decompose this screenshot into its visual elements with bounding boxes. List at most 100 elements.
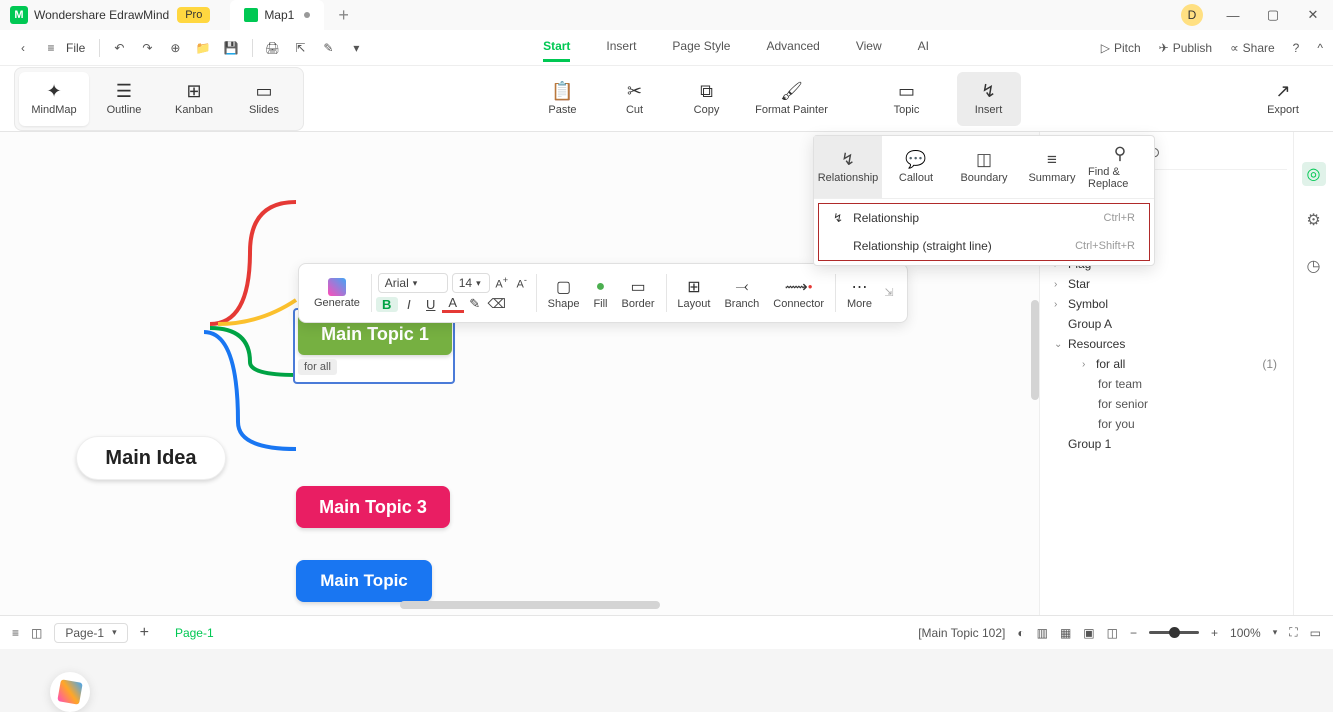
page-selector[interactable]: Page-1▾ <box>54 623 127 643</box>
topic4-node[interactable]: Main Topic <box>296 560 432 602</box>
insert-tab-boundary[interactable]: ◫Boundary <box>950 136 1018 198</box>
view-outline[interactable]: ☰Outline <box>89 72 159 126</box>
shape-button[interactable]: ▢Shape <box>541 275 587 312</box>
file-menu[interactable]: File <box>66 41 85 55</box>
sb-icon4[interactable]: ▣ <box>1083 626 1094 640</box>
insert-tab-summary[interactable]: ≡Summary <box>1018 136 1086 198</box>
view-slides[interactable]: ▭Slides <box>229 72 299 126</box>
format-painter-button[interactable]: 🖌Format Painter <box>747 72 837 126</box>
zoom-out-button[interactable]: − <box>1130 626 1137 640</box>
insert-tab-relationship[interactable]: ↯Relationship <box>814 136 882 198</box>
italic-button[interactable]: I <box>398 297 420 312</box>
sb-icon2[interactable]: ▥ <box>1037 626 1048 640</box>
sb-icon1[interactable]: ◐ <box>1017 626 1024 640</box>
fit-button[interactable]: ▭ <box>1310 626 1321 640</box>
branch-button[interactable]: ⤙Branch <box>717 275 766 312</box>
topic3-node[interactable]: Main Topic 3 <box>296 486 450 528</box>
zoom-slider[interactable] <box>1149 631 1199 634</box>
sb-sidebar-icon[interactable]: ◫ <box>31 626 42 640</box>
zoom-value[interactable]: 100% <box>1230 626 1261 640</box>
help-button[interactable]: ? <box>1293 41 1300 55</box>
tab-pagestyle[interactable]: Page Style <box>672 33 730 62</box>
font-grow-button[interactable]: A+ <box>492 275 512 291</box>
vertical-scrollbar[interactable] <box>1031 300 1039 400</box>
insert-tab-find[interactable]: ⚲Find & Replace <box>1086 136 1154 198</box>
close-button[interactable]: ✕ <box>1293 0 1333 30</box>
fill-button[interactable]: ●Fill <box>586 275 614 312</box>
collapse-button[interactable]: ^ <box>1317 41 1323 55</box>
sb-icon3[interactable]: ▦ <box>1060 626 1071 640</box>
connector-button[interactable]: ⟿●Connector <box>766 275 831 312</box>
clear-format-button[interactable]: ⌫ <box>486 296 508 312</box>
menu-button[interactable]: ≡ <box>38 35 64 61</box>
font-shrink-button[interactable]: A- <box>512 275 532 291</box>
list-groupA[interactable]: Group A <box>1054 314 1287 334</box>
view-mindmap[interactable]: ✦MindMap <box>19 72 89 126</box>
tab-start[interactable]: Start <box>543 33 570 62</box>
tab-insert[interactable]: Insert <box>606 33 636 62</box>
font-color-button[interactable]: A <box>442 295 464 313</box>
copy-button[interactable]: ⧉Copy <box>675 72 739 126</box>
menu-relationship-straight[interactable]: ↯Relationship (straight line)Ctrl+Shift+… <box>819 232 1149 260</box>
root-node[interactable]: Main Idea <box>76 436 226 480</box>
new-tab-button[interactable]: + <box>338 5 349 26</box>
sb-icon5[interactable]: ◫ <box>1107 626 1118 640</box>
paste-button[interactable]: 📋Paste <box>531 72 595 126</box>
ai-fab[interactable] <box>50 672 90 712</box>
list-symbol[interactable]: ›Symbol <box>1054 294 1287 314</box>
menu-relationship[interactable]: ↯RelationshipCtrl+R <box>819 204 1149 232</box>
fullscreen-button[interactable]: ⛶ <box>1289 625 1297 640</box>
sb-outline-icon[interactable]: ≡ <box>12 626 19 640</box>
pin-button[interactable]: ⇲ <box>879 281 899 306</box>
view-kanban[interactable]: ⊞Kanban <box>159 72 229 126</box>
list-resources[interactable]: ⌄Resources <box>1054 334 1287 354</box>
minimize-button[interactable]: — <box>1213 0 1253 30</box>
tab-ai[interactable]: AI <box>918 33 929 62</box>
highlight-button[interactable]: ✎ <box>464 296 486 312</box>
maximize-button[interactable]: ▢ <box>1253 0 1293 30</box>
share-button[interactable]: ∝Share <box>1230 41 1275 55</box>
document-tab[interactable]: Map1 <box>230 0 324 30</box>
border-button[interactable]: ▭Border <box>615 275 662 312</box>
list-group1[interactable]: Group 1 <box>1054 434 1287 454</box>
insert-tab-callout[interactable]: 💬Callout <box>882 136 950 198</box>
topic-button[interactable]: ▭Topic <box>875 72 939 126</box>
active-page-label[interactable]: Page-1 <box>175 626 214 640</box>
font-select[interactable]: Arial▾ <box>378 273 448 293</box>
size-select[interactable]: 14▾ <box>452 273 490 293</box>
rtab-marker-icon[interactable]: ◎ <box>1302 162 1326 186</box>
save-button[interactable]: 💾 <box>218 35 244 61</box>
user-avatar[interactable]: D <box>1181 4 1203 26</box>
cut-button[interactable]: ✂Cut <box>603 72 667 126</box>
list-star[interactable]: ›Star <box>1054 274 1287 294</box>
back-button[interactable]: ‹ <box>10 35 36 61</box>
list-res-forall[interactable]: ›for all(1) <box>1054 354 1287 374</box>
print-button[interactable]: 🖨 <box>259 35 285 61</box>
underline-button[interactable]: U <box>420 297 442 312</box>
horizontal-scrollbar[interactable] <box>400 601 660 609</box>
rtab-settings-icon[interactable]: ⚙ <box>1302 208 1326 232</box>
undo-button[interactable]: ↶ <box>106 35 132 61</box>
action1-button[interactable]: ⇱ <box>287 35 313 61</box>
new-button[interactable]: ⊕ <box>162 35 188 61</box>
tab-advanced[interactable]: Advanced <box>766 33 819 62</box>
dropdown-icon[interactable]: ▾ <box>343 35 369 61</box>
publish-button[interactable]: ✈Publish <box>1159 41 1212 55</box>
redo-button[interactable]: ↷ <box>134 35 160 61</box>
list-res-foryou[interactable]: for you <box>1054 414 1287 434</box>
bold-button[interactable]: B <box>376 297 398 312</box>
export-button[interactable]: ↗Export <box>1251 72 1315 126</box>
layout-button[interactable]: ⊞Layout <box>670 275 717 312</box>
open-button[interactable]: 📁 <box>190 35 216 61</box>
insert-button[interactable]: ↯Insert <box>957 72 1021 126</box>
list-res-forsenior[interactable]: for senior <box>1054 394 1287 414</box>
list-res-forteam[interactable]: for team <box>1054 374 1287 394</box>
pitch-button[interactable]: ▷Pitch <box>1101 41 1141 55</box>
generate-button[interactable]: Generate <box>307 276 367 311</box>
more-button[interactable]: ⋯More <box>840 275 879 312</box>
tab-view[interactable]: View <box>856 33 882 62</box>
rtab-history-icon[interactable]: ◷ <box>1302 254 1326 278</box>
action2-button[interactable]: ✎ <box>315 35 341 61</box>
add-page-button[interactable]: + <box>140 624 149 642</box>
zoom-in-button[interactable]: + <box>1211 626 1218 640</box>
